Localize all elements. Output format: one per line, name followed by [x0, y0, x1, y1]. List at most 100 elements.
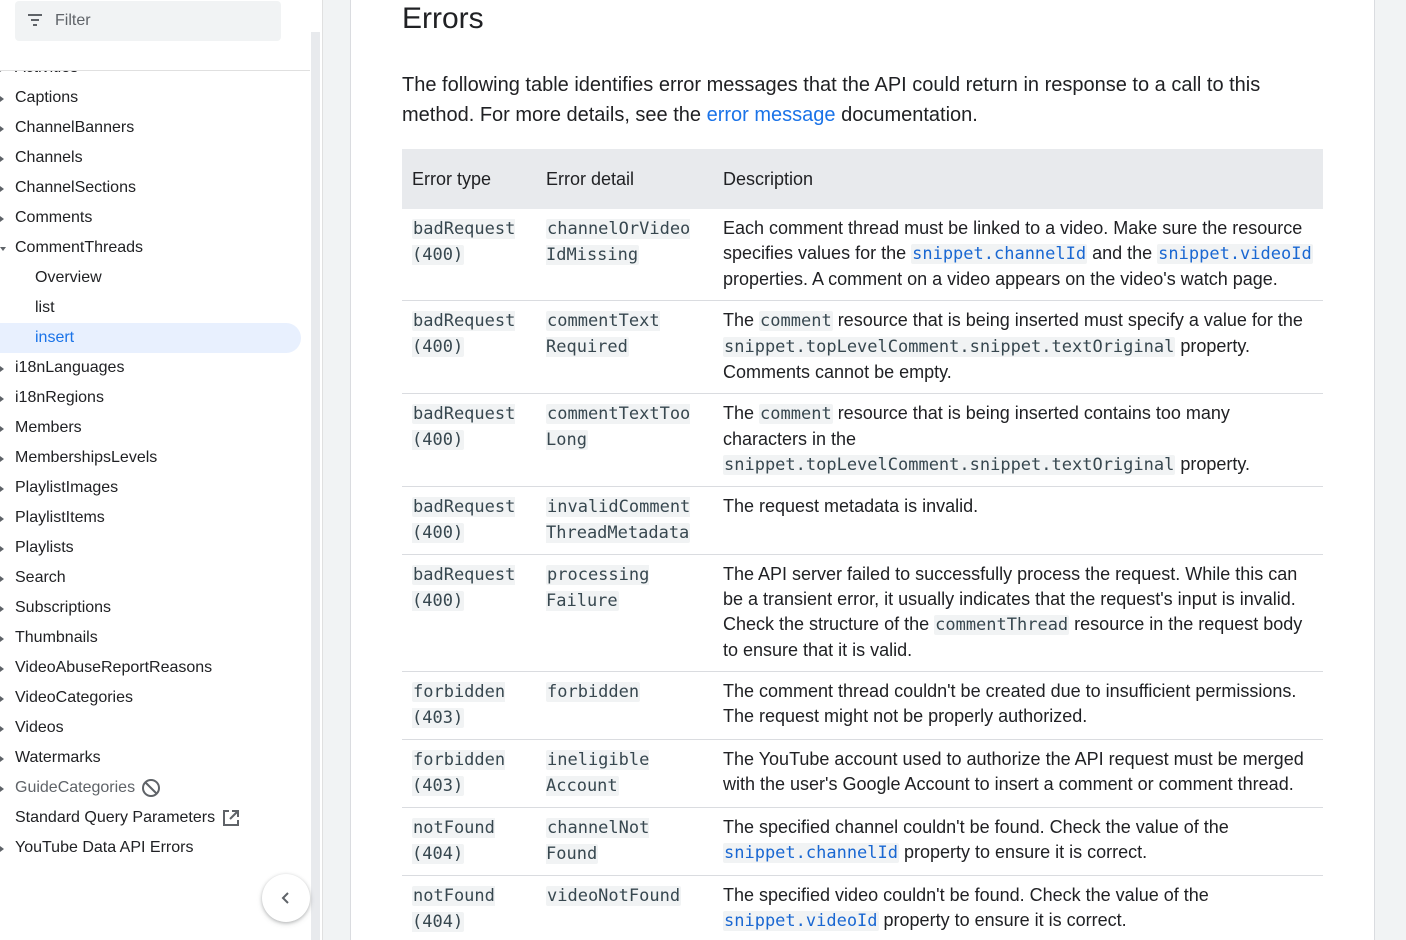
description-cell: The comment thread couldn't be created d… — [713, 671, 1323, 740]
expand-arrow-icon[interactable] — [0, 126, 4, 132]
table-row: badRequest (400) channelOrVideo IdMissing Ea… — [402, 209, 1323, 301]
expand-arrow-icon[interactable] — [0, 216, 4, 222]
expand-arrow-icon[interactable] — [0, 156, 4, 162]
sidebar-item-channelbanners[interactable]: ChannelBanners — [0, 113, 310, 143]
sidebar-item-label: MembershipsLevels — [15, 449, 158, 466]
expand-arrow-icon[interactable] — [0, 516, 4, 522]
description-cell: The comment resource that is being inser… — [713, 300, 1323, 394]
error-detail-code: videoNotFound — [546, 886, 682, 906]
expand-arrow-icon[interactable] — [0, 756, 4, 762]
error-type-code: badRequest (400) — [412, 311, 516, 357]
error-detail-cell: forbidden — [536, 671, 713, 740]
error-type-code: notFound (404) — [412, 886, 495, 932]
expand-arrow-icon[interactable] — [0, 576, 4, 582]
expand-arrow-icon[interactable] — [0, 696, 4, 702]
errors-table: Error type Error detail Description badR… — [402, 149, 1323, 940]
main-content: Errors The following table identifies er… — [350, 0, 1375, 940]
filter-box[interactable] — [15, 1, 281, 41]
error-message-link[interactable]: error message — [707, 104, 836, 126]
external-link-icon — [223, 809, 240, 826]
sidebar-item-overview[interactable]: Overview — [0, 263, 310, 293]
expand-arrow-icon[interactable] — [0, 726, 4, 732]
sidebar-item-watermarks[interactable]: Watermarks — [0, 743, 310, 773]
table-row: badRequest (400) processing Failure The API … — [402, 554, 1323, 672]
sidebar-item-activities[interactable]: Activities — [0, 71, 310, 83]
error-type-name: notFound — [413, 818, 495, 838]
error-detail-cell: commentText Required — [536, 300, 713, 394]
expand-arrow-icon[interactable] — [0, 456, 4, 462]
sidebar-item-playlists[interactable]: Playlists — [0, 533, 310, 563]
description-cell: The YouTube account used to authorize th… — [713, 739, 1323, 808]
expand-arrow-icon[interactable] — [0, 636, 4, 642]
expand-arrow-icon[interactable] — [0, 786, 4, 792]
error-detail-part-1: channelOrVideo — [547, 219, 691, 239]
expand-arrow-icon[interactable] — [0, 546, 4, 552]
description-cell: The specified channel couldn't be found.… — [713, 807, 1323, 876]
sidebar-item-guidecategories[interactable]: GuideCategories — [0, 773, 310, 803]
expand-arrow-icon[interactable] — [0, 486, 4, 492]
sidebar-item-standard-query-parameters[interactable]: Standard Query Parameters — [0, 803, 310, 833]
filter-input[interactable] — [55, 1, 275, 41]
sidebar-item-playlistitems[interactable]: PlaylistItems — [0, 503, 310, 533]
sidebar-item-playlistimages[interactable]: PlaylistImages — [0, 473, 310, 503]
sidebar-item-comments[interactable]: Comments — [0, 203, 310, 233]
sidebar-item-label: ChannelSections — [15, 179, 136, 196]
sidebar-item-membershipslevels[interactable]: MembershipsLevels — [0, 443, 310, 473]
property-link[interactable]: snippet.videoId — [1157, 244, 1313, 264]
expand-arrow-icon[interactable] — [0, 426, 4, 432]
sidebar-item-videoabusereportreasons[interactable]: VideoAbuseReportReasons — [0, 653, 310, 683]
header-error-type: Error type — [402, 149, 536, 209]
expand-arrow-open-icon[interactable] — [0, 247, 6, 251]
sidebar-item-commentthreads[interactable]: CommentThreads — [0, 233, 310, 263]
error-type-name: forbidden — [413, 682, 506, 702]
error-detail-cell: ineligible Account — [536, 739, 713, 808]
sidebar-item-search[interactable]: Search — [0, 563, 310, 593]
error-type-code: badRequest (400) — [412, 219, 516, 265]
sidebar-item-label: CommentThreads — [15, 239, 144, 256]
expand-arrow-icon[interactable] — [0, 396, 4, 402]
sidebar-item-label: Videos — [15, 719, 64, 736]
property-link[interactable]: snippet.channelId — [723, 843, 899, 863]
sidebar-scrollbar[interactable] — [311, 32, 320, 940]
error-detail-cell: invalidComment ThreadMetadata — [536, 486, 713, 555]
collapse-sidebar-button[interactable] — [262, 874, 310, 922]
sidebar-item-channels[interactable]: Channels — [0, 143, 310, 173]
description-cell: The request metadata is invalid. — [713, 486, 1323, 555]
table-row: notFound (404) channelNot Found The specifie… — [402, 807, 1323, 876]
error-type-code: forbidden (403) — [412, 750, 506, 796]
property-link[interactable]: snippet.channelId — [911, 244, 1088, 264]
sidebar-item-videos[interactable]: Videos — [0, 713, 310, 743]
expand-arrow-icon[interactable] — [0, 186, 4, 192]
expand-arrow-icon[interactable] — [0, 71, 4, 72]
intro-text-after: documentation. — [835, 104, 978, 126]
sidebar-item-list[interactable]: list — [0, 293, 310, 323]
expand-arrow-icon[interactable] — [0, 666, 4, 672]
sidebar-item-i18nregions[interactable]: i18nRegions — [0, 383, 310, 413]
expand-arrow-icon[interactable] — [0, 606, 4, 612]
sidebar-item-captions[interactable]: Captions — [0, 83, 310, 113]
error-type-name: badRequest — [413, 404, 516, 424]
error-type-name: badRequest — [413, 311, 516, 331]
error-type-cell: forbidden (403) — [402, 671, 536, 740]
sidebar-item-subscriptions[interactable]: Subscriptions — [0, 593, 310, 623]
sidebar-item-label: Playlists — [15, 539, 74, 556]
expand-arrow-icon[interactable] — [0, 846, 4, 852]
sidebar-item-i18nlanguages[interactable]: i18nLanguages — [0, 353, 310, 383]
expand-arrow-icon[interactable] — [0, 366, 4, 372]
sidebar-item-insert[interactable]: insert — [0, 323, 301, 353]
error-detail-part-2: Found — [546, 844, 598, 864]
property-link[interactable]: snippet.videoId — [723, 911, 879, 931]
sidebar-item-thumbnails[interactable]: Thumbnails — [0, 623, 310, 653]
sidebar-item-channelsections[interactable]: ChannelSections — [0, 173, 310, 203]
description-text: property. — [1175, 454, 1251, 474]
sidebar-item-youtube-data-api-errors[interactable]: YouTube Data API Errors — [0, 833, 310, 863]
nav-list: Activities Captions ChannelBanners Channels… — [0, 71, 310, 863]
sidebar-item-videocategories[interactable]: VideoCategories — [0, 683, 310, 713]
description-text: property to ensure it is correct. — [899, 842, 1148, 862]
description-code: snippet.topLevelComment.snippet.textOrig… — [723, 455, 1176, 475]
error-detail-code: ineligible Account — [546, 750, 650, 796]
error-detail-cell: channelNot Found — [536, 807, 713, 876]
expand-arrow-icon[interactable] — [0, 96, 4, 102]
sidebar-item-members[interactable]: Members — [0, 413, 310, 443]
sidebar-item-label: Captions — [15, 89, 79, 106]
